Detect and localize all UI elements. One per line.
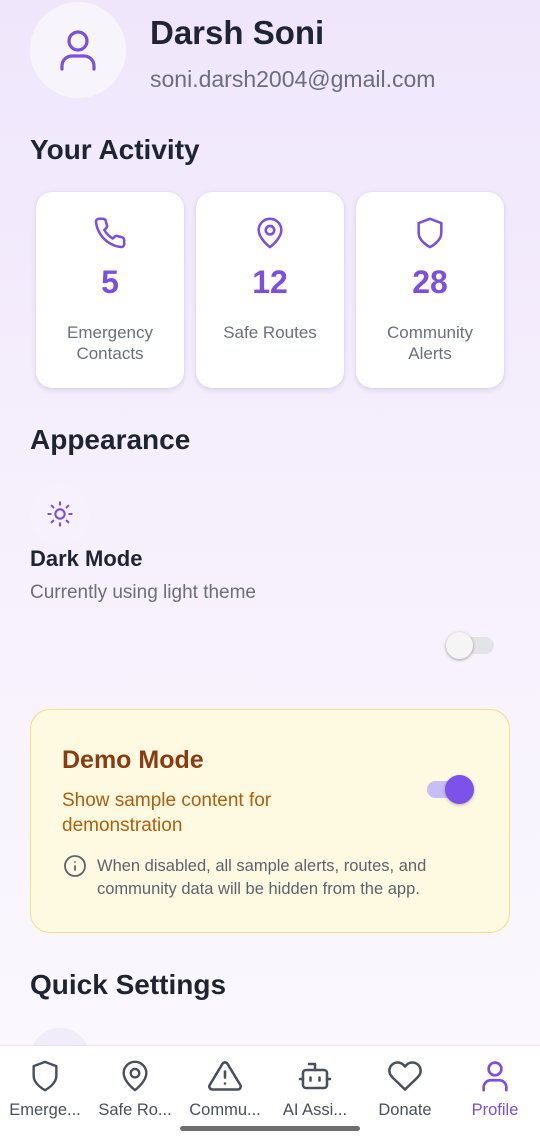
home-indicator[interactable] <box>180 1126 360 1131</box>
appearance-section-title: Appearance <box>30 424 191 455</box>
nav-item-safe-routes[interactable]: Safe Ro... <box>90 1046 180 1126</box>
dark-mode-description: Currently using light theme <box>30 582 256 603</box>
info-icon <box>64 855 86 877</box>
map-pin-icon <box>257 217 283 249</box>
dark-mode-icon-badge <box>30 484 90 544</box>
stat-card-safe-routes[interactable]: 12 Safe Routes <box>196 192 344 388</box>
demo-mode-description: Show sample content for demonstration <box>62 790 272 836</box>
dark-mode-toggle[interactable] <box>446 632 494 659</box>
user-icon <box>60 30 96 71</box>
alert-triangle-icon <box>208 1061 242 1091</box>
demo-mode-title: Demo Mode <box>62 746 204 774</box>
map-pin-icon <box>122 1060 148 1092</box>
avatar[interactable] <box>30 2 126 98</box>
stat-label: Safe Routes <box>223 323 317 342</box>
toggle-thumb <box>446 632 473 659</box>
activity-section-title: Your Activity <box>30 134 200 165</box>
toggle-thumb <box>445 775 474 804</box>
stat-value: 5 <box>101 264 119 300</box>
heart-icon <box>388 1061 422 1091</box>
user-name: Darsh Soni <box>150 14 325 51</box>
profile-screen: Darsh Soni soni.darsh2004@gmail.com Your… <box>0 0 540 1142</box>
profile-header: Darsh Soni soni.darsh2004@gmail.com <box>30 2 510 98</box>
quick-settings-section-title: Quick Settings <box>30 969 227 1000</box>
nav-label: Donate <box>378 1101 432 1119</box>
sun-icon <box>47 501 73 527</box>
nav-label: AI Assi... <box>282 1101 348 1119</box>
bot-icon <box>298 1062 332 1090</box>
shield-icon <box>417 217 443 249</box>
nav-item-community[interactable]: Commu... <box>180 1046 270 1126</box>
nav-item-ai-assistant[interactable]: AI Assi... <box>270 1046 360 1126</box>
stat-value: 28 <box>412 264 448 300</box>
nav-item-donate[interactable]: Donate <box>360 1046 450 1126</box>
stat-value: 12 <box>252 264 288 300</box>
nav-label: Profile <box>471 1101 519 1119</box>
stat-card-community-alerts[interactable]: 28 Community Alerts <box>356 192 504 388</box>
stat-label: Community Alerts <box>387 323 473 363</box>
dark-mode-label: Dark Mode <box>30 546 143 571</box>
nav-label: Commu... <box>189 1101 261 1119</box>
stat-card-emergency-contacts[interactable]: 5 Emergency Contacts <box>36 192 184 388</box>
user-email: soni.darsh2004@gmail.com <box>150 66 436 92</box>
nav-label: Emerge... <box>9 1101 81 1119</box>
nav-label: Safe Ro... <box>98 1101 172 1119</box>
shield-icon <box>32 1060 58 1092</box>
demo-mode-card: Demo Mode Show sample content for demons… <box>30 709 510 933</box>
stat-label: Emergency Contacts <box>67 323 153 363</box>
nav-item-profile[interactable]: Profile <box>450 1046 540 1126</box>
user-icon <box>482 1061 508 1092</box>
demo-mode-note: When disabled, all sample alerts, routes… <box>97 857 427 898</box>
phone-icon <box>94 217 126 249</box>
nav-item-emergency[interactable]: Emerge... <box>0 1046 90 1126</box>
demo-mode-toggle[interactable] <box>427 774 477 804</box>
